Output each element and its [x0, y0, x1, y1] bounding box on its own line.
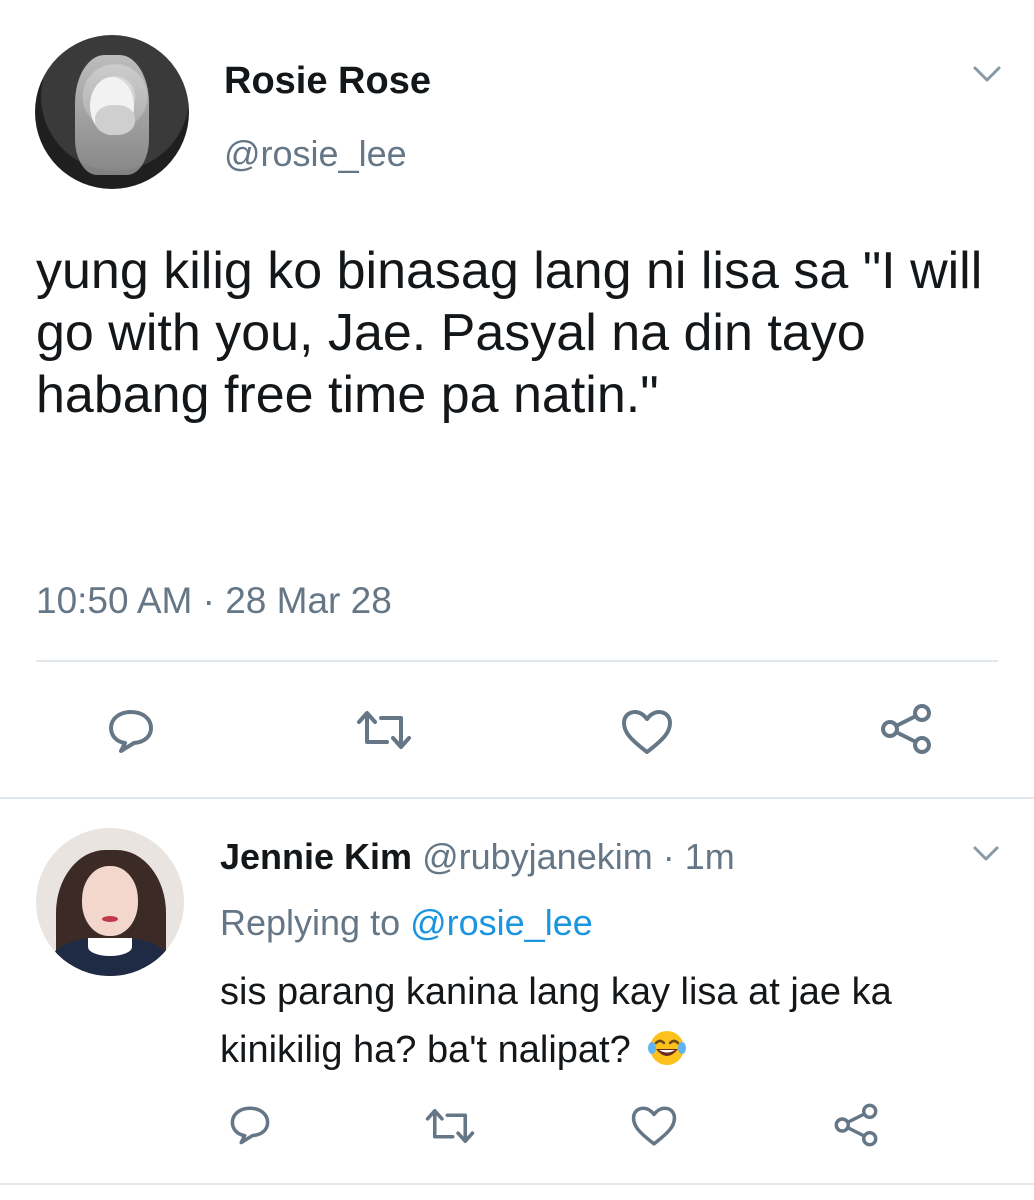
replying-to-label: Replying to	[220, 902, 411, 943]
author-name[interactable]: Jennie Kim	[220, 836, 412, 877]
tweet-timestamp: 10:50 AM · 28 Mar 28	[36, 580, 392, 621]
divider	[0, 1183, 1034, 1185]
author-handle[interactable]: @rosie_lee	[224, 133, 407, 175]
laughing-tears-emoji-icon	[648, 1031, 687, 1065]
share-icon[interactable]	[832, 1102, 880, 1148]
share-icon[interactable]	[878, 703, 934, 755]
author-handle[interactable]: @rubyjanekim	[422, 836, 653, 877]
like-icon[interactable]	[630, 1104, 678, 1148]
like-icon[interactable]	[620, 708, 674, 756]
tweet-text: sis parang kanina lang kay lisa at jae k…	[220, 971, 892, 1071]
retweet-icon[interactable]	[355, 708, 413, 752]
avatar[interactable]	[35, 35, 189, 189]
separator: ·	[652, 836, 685, 877]
divider	[0, 797, 1034, 799]
reply-text-container: sis parang kanina lang kay lisa at jae k…	[220, 963, 1010, 1079]
tweet-text: yung kilig ko binasag lang ni lisa sa "I…	[36, 242, 983, 424]
divider	[36, 660, 998, 662]
chevron-down-icon[interactable]	[972, 845, 1000, 863]
replying-to: Replying to @rosie_lee	[220, 902, 593, 944]
author-name[interactable]: Rosie Rose	[224, 60, 431, 103]
reply-header: Jennie Kim @rubyjanekim · 1m	[220, 836, 735, 878]
retweet-icon[interactable]	[424, 1106, 476, 1146]
reply-icon[interactable]	[106, 708, 156, 754]
reply-icon[interactable]	[228, 1104, 272, 1146]
mention-link[interactable]: @rosie_lee	[410, 902, 593, 943]
chevron-down-icon[interactable]	[972, 64, 1002, 84]
time-ago: 1m	[684, 836, 735, 877]
avatar[interactable]	[36, 828, 184, 976]
